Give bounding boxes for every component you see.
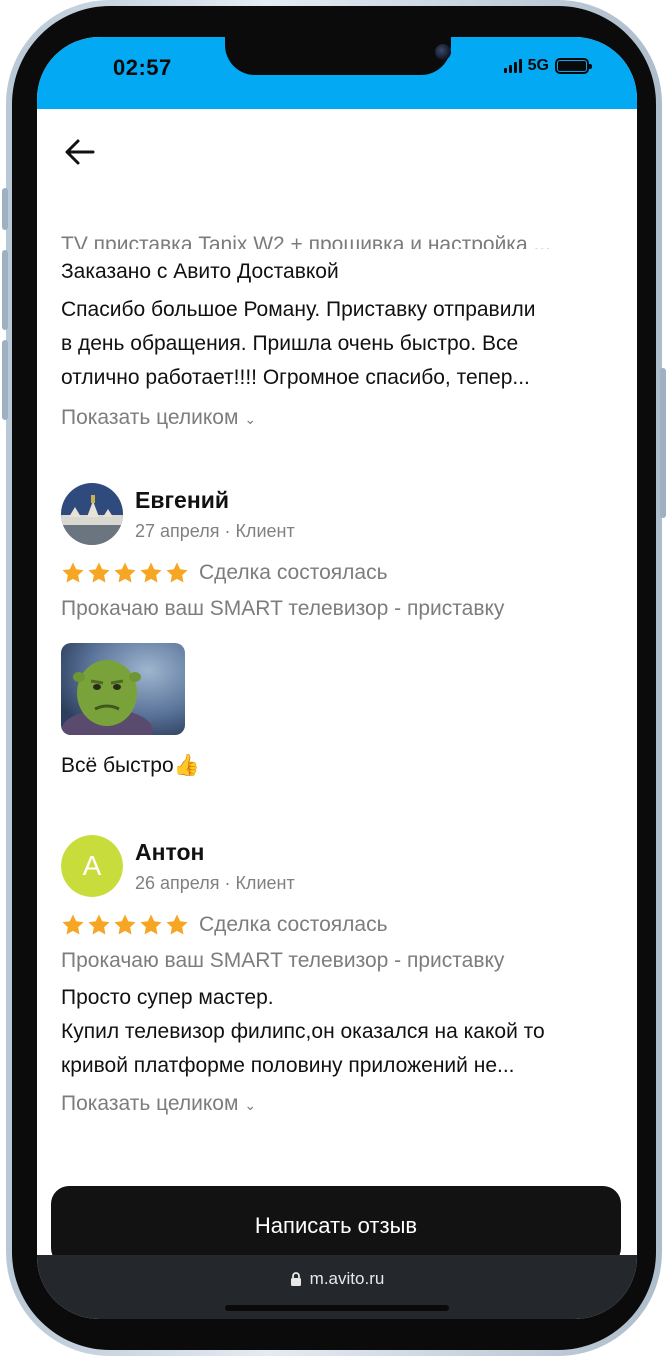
review-text-line: Спасибо большое Роману. Приставку отправ… <box>61 298 536 321</box>
review-text-line: Купил телевизор филипс,он оказался на ка… <box>61 1020 545 1043</box>
review-text-line: в день обращения. Пришла очень быстро. В… <box>61 332 519 355</box>
show-more-link[interactable]: Показать целиком ⌄ <box>61 1087 256 1121</box>
show-more-link[interactable]: Показать целиком ⌄ <box>61 401 256 435</box>
chevron-down-icon: ⌄ <box>244 1097 257 1113</box>
battery-icon <box>555 58 592 74</box>
status-indicators: 5G <box>503 57 592 75</box>
review-meta: 26 апреля · Клиент <box>135 873 295 893</box>
reviewer-name[interactable]: Евгений <box>135 487 229 514</box>
url-text: m.avito.ru <box>309 1269 385 1288</box>
review-text-line: Просто супер мастер. <box>61 986 274 1009</box>
volume-down-button <box>2 340 8 420</box>
deal-status: Сделка состоялась <box>199 561 388 584</box>
star-icon <box>140 562 162 583</box>
chevron-down-icon: ⌄ <box>244 411 257 427</box>
status-time: 02:57 <box>113 55 172 80</box>
review-product[interactable]: Прокачаю ваш SMART телевизор - приставку <box>61 949 504 973</box>
front-camera <box>435 44 451 60</box>
review-text-line: отлично работает!!!! Огромное спасибо, т… <box>61 366 530 389</box>
avatar-letter: А <box>82 850 102 881</box>
rating-stars <box>61 561 189 585</box>
network-type: 5G <box>527 57 549 74</box>
star-icon <box>62 562 84 583</box>
silent-switch <box>2 188 8 230</box>
lock-icon <box>290 1271 301 1286</box>
delivery-note: Заказано с Авито Доставкой <box>61 260 339 283</box>
product-title-truncated: TV приставка Tanix W2 + прошивка и настр… <box>61 233 551 249</box>
reviewer-name[interactable]: Антон <box>135 839 204 866</box>
power-button <box>660 368 666 518</box>
review-text-line: кривой платформе половину приложений не.… <box>61 1054 515 1077</box>
show-more-label: Показать целиком <box>61 1092 239 1115</box>
write-review-button[interactable]: Написать отзыв <box>51 1186 621 1266</box>
star-icon <box>88 562 110 583</box>
rating-stars <box>61 913 189 937</box>
screen: 02:57 5G TV приставка Tanix W2 + прошивк… <box>37 37 637 1319</box>
reviews-page[interactable]: TV приставка Tanix W2 + прошивка и настр… <box>37 109 637 1266</box>
review-photo[interactable] <box>61 643 185 735</box>
review-card: Евгений 27 апреля · Клиент Сделка состоя… <box>61 483 613 823</box>
review-product[interactable]: Прокачаю ваш SMART телевизор - приставку <box>61 597 504 621</box>
star-icon <box>114 562 136 583</box>
show-more-label: Показать целиком <box>61 406 239 429</box>
browser-address-bar[interactable]: m.avito.ru <box>37 1255 637 1319</box>
review-card: А Антон 26 апреля · Клиент Сделка состоя… <box>61 835 613 1135</box>
avatar[interactable] <box>61 483 123 545</box>
star-icon <box>140 914 162 935</box>
rating-row: Сделка состоялась <box>61 561 388 585</box>
star-icon <box>166 914 188 935</box>
signal-icon <box>503 59 522 73</box>
avatar[interactable]: А <box>61 835 123 897</box>
url-display[interactable]: m.avito.ru <box>37 1269 637 1289</box>
rating-row: Сделка состоялась <box>61 913 388 937</box>
star-icon <box>62 914 84 935</box>
review-text: Всё быстро👍 <box>61 754 200 777</box>
star-icon <box>114 914 136 935</box>
status-bar: 02:57 5G <box>37 37 637 109</box>
review-meta: 27 апреля · Клиент <box>135 521 295 541</box>
deal-status: Сделка состоялась <box>199 913 388 936</box>
star-icon <box>88 914 110 935</box>
back-arrow-icon[interactable] <box>63 135 97 169</box>
volume-up-button <box>2 250 8 330</box>
notch <box>225 37 451 75</box>
star-icon <box>166 562 188 583</box>
home-indicator[interactable] <box>225 1305 449 1311</box>
